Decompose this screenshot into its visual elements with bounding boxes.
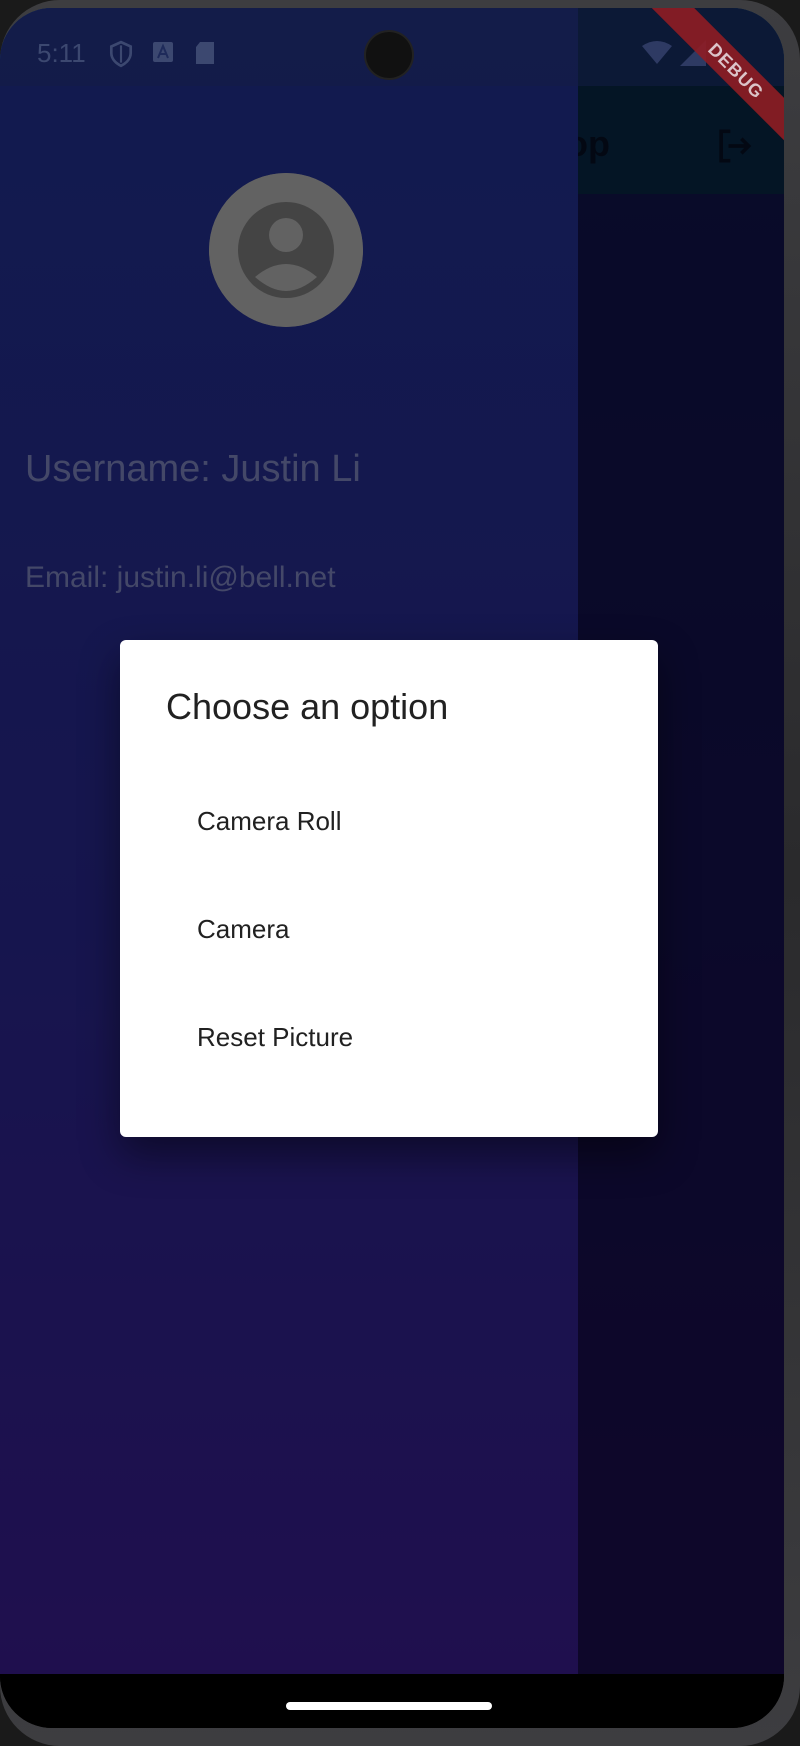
a-icon: [153, 42, 173, 62]
wifi-icon: [642, 41, 672, 64]
dialog-title: Choose an option: [166, 686, 449, 727]
screen: op Username: Justin Li Email: justin.li@…: [0, 8, 784, 1728]
shield-icon: [109, 40, 133, 68]
option-label: Camera Roll: [197, 806, 342, 836]
camera-option[interactable]: Camera: [120, 886, 658, 976]
camera-cutout: [366, 32, 412, 78]
home-indicator[interactable]: [286, 1702, 492, 1710]
phone-frame: op Username: Justin Li Email: justin.li@…: [0, 0, 800, 1746]
reset-picture-option[interactable]: Reset Picture: [120, 994, 658, 1084]
choose-option-dialog: Choose an option Camera Roll Camera Rese…: [120, 640, 658, 1137]
status-time: 5:11: [37, 38, 86, 68]
status-bar: 5:11 DEBUG: [0, 8, 784, 160]
option-label: Reset Picture: [197, 1022, 354, 1052]
camera-roll-option[interactable]: Camera Roll: [120, 778, 658, 868]
sd-card-icon: [196, 42, 214, 64]
option-label: Camera: [197, 914, 290, 944]
gesture-nav-bar: [0, 1674, 784, 1728]
